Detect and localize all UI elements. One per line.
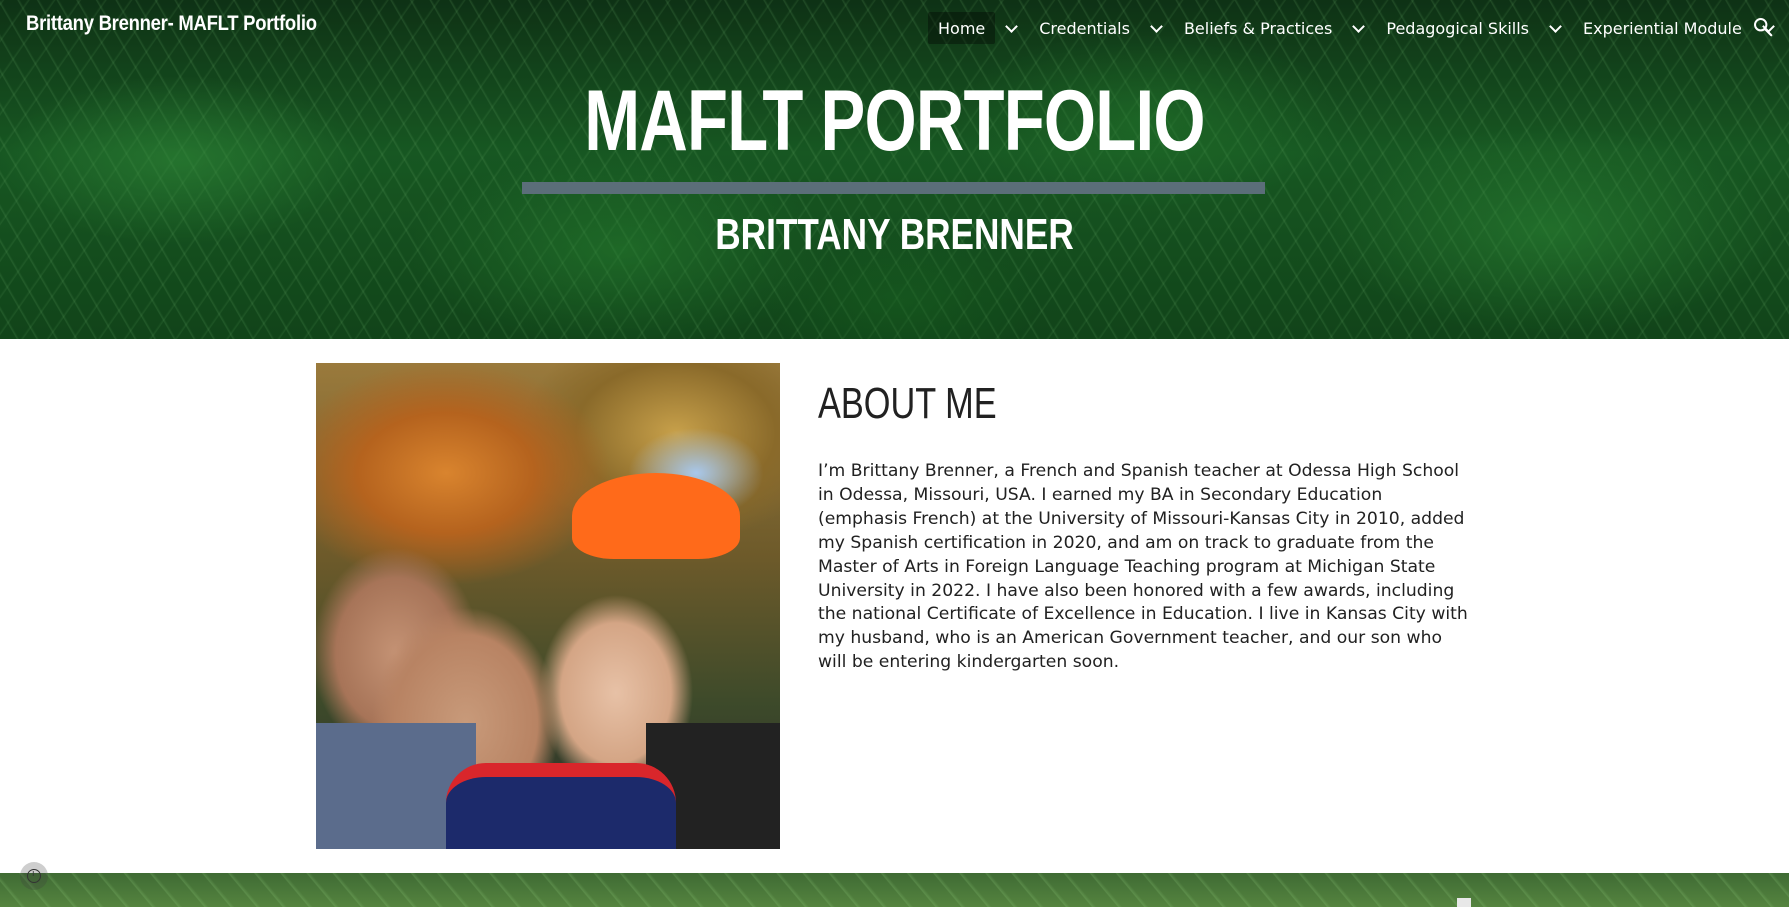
nav-item-label: Credentials xyxy=(1039,18,1130,38)
nav-item-beliefs-practices[interactable]: Beliefs & Practices xyxy=(1174,12,1342,44)
nav-item-label: Experiential Module xyxy=(1583,18,1742,38)
title-divider xyxy=(522,182,1265,194)
top-navigation-bar: Brittany Brenner- MAFLT Portfolio Home C… xyxy=(0,0,1789,54)
photo-detail xyxy=(446,763,676,849)
chevron-down-icon[interactable] xyxy=(1140,12,1174,44)
family-photo[interactable] xyxy=(316,363,780,849)
site-title[interactable]: Brittany Brenner- MAFLT Portfolio xyxy=(26,12,317,36)
nav-item-experiential-module[interactable]: Experiential Module xyxy=(1573,12,1752,44)
footer-banner xyxy=(0,873,1789,907)
photo-detail xyxy=(572,473,740,559)
search-icon[interactable] xyxy=(1752,16,1774,38)
nav-item-label: Beliefs & Practices xyxy=(1183,18,1333,38)
page-subtitle: BRITTANY BRENNER xyxy=(715,210,1074,259)
chevron-down-icon[interactable] xyxy=(1342,12,1376,44)
nav-item-label: Pedagogical Skills xyxy=(1386,18,1530,38)
scroll-marker xyxy=(1457,898,1471,907)
page-title: MAFLT PORTFOLIO xyxy=(584,73,1205,169)
nav-item-home[interactable]: Home xyxy=(928,12,996,44)
nav-item-pedagogical-skills[interactable]: Pedagogical Skills xyxy=(1376,12,1539,44)
chevron-down-icon[interactable] xyxy=(995,12,1029,44)
info-icon[interactable] xyxy=(20,862,48,890)
nav-item-credentials[interactable]: Credentials xyxy=(1029,12,1140,44)
main-nav: Home Credentials Beliefs & Practices Ped… xyxy=(928,12,1786,44)
about-paragraph: I’m Brittany Brenner, a French and Spani… xyxy=(818,461,1468,673)
about-heading: ABOUT ME xyxy=(818,379,997,428)
nav-item-label: Home xyxy=(938,18,986,38)
chevron-down-icon[interactable] xyxy=(1539,12,1573,44)
